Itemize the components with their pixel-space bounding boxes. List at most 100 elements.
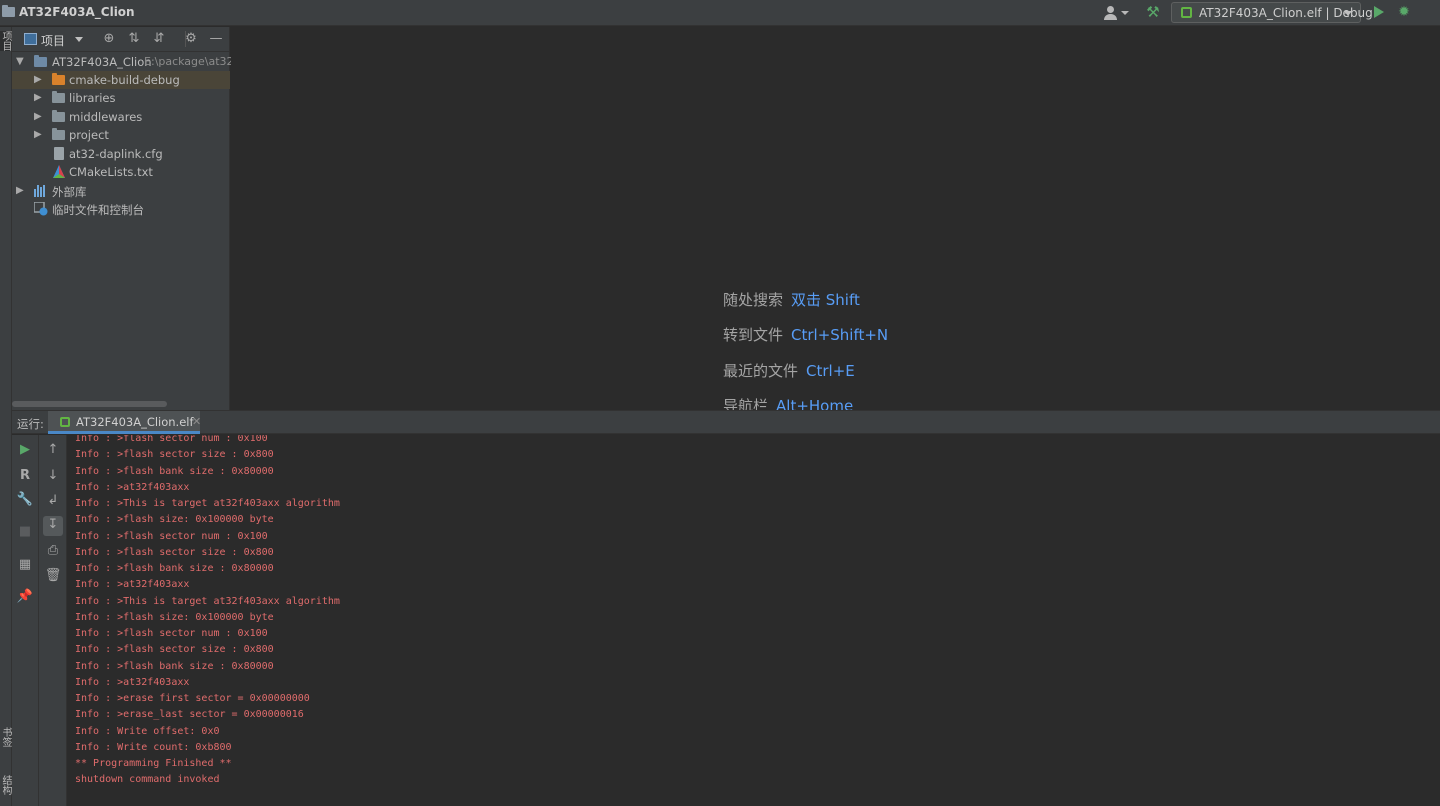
tree-item-cmake-build-debug[interactable]: ▶ cmake-build-debug [12,71,230,89]
tree-item-path: E:\package\at32\A [144,55,245,68]
run-tab-label: AT32F403A_Clion.elf [76,415,194,429]
console-line: Info : >at32f403axx [75,481,190,493]
locate-target-icon[interactable]: ⊕ [101,31,117,47]
soft-wrap-icon[interactable]: ↲ [44,492,62,510]
chevron-down-icon [1344,11,1352,16]
tool-tab-structure[interactable]: 结构 [0,775,11,795]
console-line: Info : >flash size: 0x100000 byte [75,514,274,526]
folder-icon [52,128,65,140]
file-icon [54,147,64,160]
tree-item-scratches-consoles[interactable]: 临时文件和控制台 [12,200,230,218]
tree-item-libraries[interactable]: ▶ libraries [12,89,230,107]
console-line: Info : >flash sector num : 0x100 [75,530,268,542]
project-folder-icon [2,5,15,17]
chevron-down-icon [1121,11,1129,15]
hint-label: 随处搜索 [723,291,784,309]
scroll-to-end-icon[interactable]: ↧ [43,516,63,536]
tree-item-cmakelists[interactable]: CMakeLists.txt [12,163,230,181]
rerun-icon[interactable]: ▶ [16,441,34,459]
expand-all-icon[interactable]: ⇅ [126,31,142,47]
wrench-icon[interactable]: 🔧 [16,491,34,509]
console-line: Info : >flash bank size : 0x80000 [75,660,274,672]
scratches-icon [34,202,48,216]
close-icon[interactable]: ✕ [192,415,201,428]
hint-goto-file: 转到文件 Ctrl+Shift+N [723,324,888,345]
tree-item-label: AT32F403A_Clion [52,55,152,69]
run-tools-primary: ▶ R 🔧 ■ ▦ 📌 [12,435,39,806]
console-line: Info : >erase first sector = 0x00000000 [75,693,310,704]
console-line: Info : >flash sector size : 0x800 [75,546,274,558]
stop-icon[interactable]: ■ [16,523,34,541]
console-line: Info : >at32f403axx [75,579,190,591]
tree-item-label: middlewares [69,110,143,124]
folder-icon [52,73,65,85]
tree-item-project[interactable]: ▶ project [12,126,230,144]
pin-icon[interactable]: 📌 [16,588,34,606]
tree-item-external-libraries[interactable]: ▶ 外部库 [12,182,230,200]
hint-label: 转到文件 [723,326,784,344]
tree-item-label: 临时文件和控制台 [52,203,144,217]
console-line: Info : Write count: 0xb800 [75,741,232,753]
hint-search-everywhere: 随处搜索 双击 Shift [723,289,860,310]
console-output[interactable]: Info : >flash sector num : 0x100 Info : >… [67,435,1440,806]
run-panel-header: 运行: AT32F403A_Clion.elf ✕ [12,410,1440,434]
hint-label: 最近的文件 [723,362,799,380]
project-panel: 项目 ⊕ ⇅ ⇵ ⚙ — ▼ AT32F403A_Clion E:\packag… [12,27,245,410]
restart-r-icon[interactable]: R [16,467,34,485]
hint-label: 导航栏 [723,397,769,410]
tool-tab-bookmarks[interactable]: 书签 [0,727,11,747]
chevron-right-icon[interactable]: ▶ [16,186,26,196]
run-panel-title: 运行: [17,417,44,431]
arrow-up-icon[interactable]: ↑ [44,441,62,459]
run-icon[interactable] [1374,6,1384,18]
run-tab[interactable]: AT32F403A_Clion.elf [48,411,200,434]
tree-item-label: at32-daplink.cfg [69,147,163,161]
console-line: Info : >flash sector size : 0x800 [75,644,274,656]
cmake-icon [53,165,65,178]
tool-tab-project[interactable]: 项目 [0,31,11,51]
console-line: Info : >at32f403axx [75,676,190,688]
print-icon[interactable]: ⎙ [44,542,62,560]
chevron-right-icon[interactable]: ▶ [34,112,44,122]
left-tool-strip: 项目 书签 结构 [0,27,12,806]
run-configuration-selector[interactable]: AT32F403A_Clion.elf | Debug [1171,2,1373,23]
chevron-right-icon[interactable]: ▶ [34,75,44,85]
console-line: Info : >flash size: 0x100000 byte [75,611,274,623]
tree-item-label: libraries [69,91,116,105]
hint-shortcut: 双击 Shift [791,291,860,309]
run-tools-secondary: ↑ ↓ ↲ ↧ ⎙ 🗑 [39,435,67,806]
build-hammer-icon[interactable]: ⚒ [1144,3,1162,21]
title-bar: AT32F403A_Clion ⚒ AT32F403A_Clion.elf | … [0,0,1440,26]
minimize-icon[interactable]: — [208,31,224,47]
folder-icon [52,110,65,122]
debug-bug-icon[interactable]: ✹ [1396,4,1412,20]
arrow-down-icon[interactable]: ↓ [44,467,62,485]
console-line: Info : >flash bank size : 0x80000 [75,465,274,477]
tree-item-daplink-cfg[interactable]: at32-daplink.cfg [12,145,230,163]
collapse-all-icon[interactable]: ⇵ [151,31,167,47]
tree-item-root[interactable]: ▼ AT32F403A_Clion E:\package\at32\A [12,53,245,71]
console-line: Info : >flash bank size : 0x80000 [75,563,274,574]
console-line: Info : >flash sector size : 0x800 [75,449,274,461]
tree-item-middlewares[interactable]: ▶ middlewares [12,108,230,126]
folder-icon [52,91,65,103]
console-line: Info : Write offset: 0x0 [75,725,220,737]
gear-icon[interactable]: ⚙ [183,31,199,47]
chevron-right-icon[interactable]: ▶ [34,130,44,140]
chevron-down-icon[interactable]: ▼ [16,57,26,67]
console-line: Info : >This is target at32f403axx algor… [75,595,340,607]
chevron-down-icon[interactable] [75,37,83,42]
trash-icon[interactable]: 🗑 [44,567,62,585]
chevron-right-icon[interactable]: ▶ [34,93,44,103]
hint-shortcut: Alt+Home [776,397,854,410]
user-account-button[interactable] [1104,5,1130,21]
layout-icon[interactable]: ▦ [16,556,34,574]
user-icon [1107,6,1114,13]
window-title: AT32F403A_Clion [19,5,135,19]
editor-area: 随处搜索 双击 Shift 转到文件 Ctrl+Shift+N 最近的文件 Ctrl+… [231,27,1440,410]
project-view-selector[interactable]: 项目 [41,32,65,49]
console-line: Info : >This is target at32f403axx algor… [75,498,340,509]
console-line: Info : >flash sector num : 0x100 [75,435,268,444]
horizontal-scrollbar[interactable] [12,401,167,407]
tree-item-label: CMakeLists.txt [69,165,153,179]
